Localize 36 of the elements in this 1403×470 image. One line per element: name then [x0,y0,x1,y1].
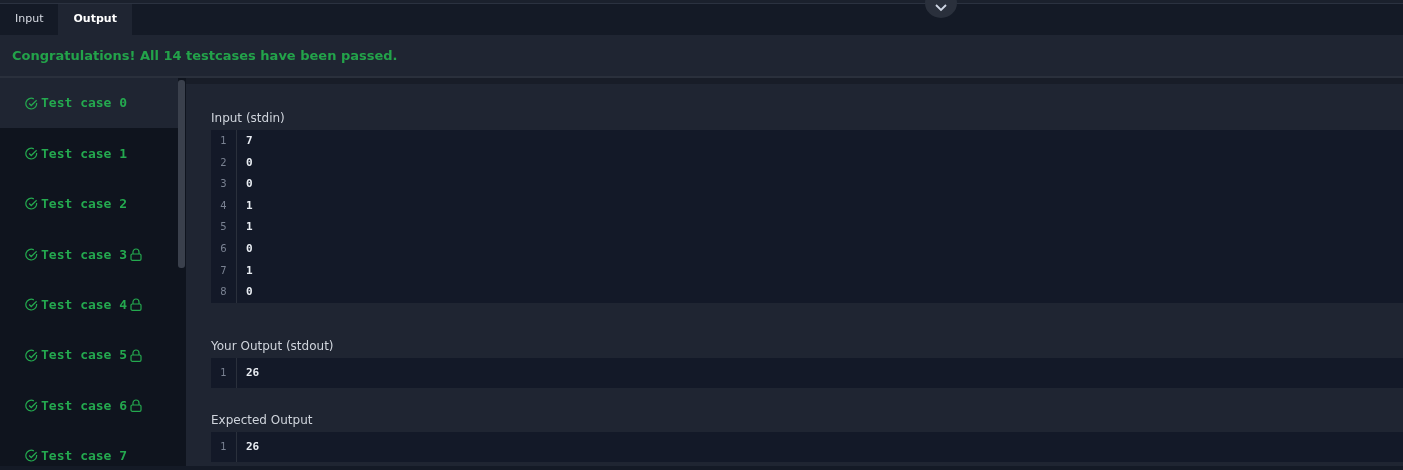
test-case-item[interactable]: Test case 5 [0,329,178,381]
line-number: 3 [219,177,228,192]
line-number: 1 [219,365,228,380]
chevron-down-icon [935,4,947,12]
line-number: 1 [219,439,228,454]
code-line: 26 [245,364,260,381]
code-line: 0 [245,240,253,257]
line-number: 5 [219,220,228,235]
line-number: 2 [219,155,228,170]
section-title: Expected Output [211,411,314,429]
code-line: 1 [245,219,253,236]
code-line: 0 [245,176,253,193]
test-case-item[interactable]: Test case 1 [0,128,178,179]
test-case-item[interactable]: Test case 2 [0,178,178,230]
section-title: Your Output (stdout) [211,337,335,355]
test-case-item[interactable]: Test case 4 [0,279,178,330]
section-title: Input (stdin) [211,110,286,127]
test-case-item[interactable]: Test case 0 [0,78,178,129]
code-line: 7 [245,133,253,149]
code-line: 0 [245,284,253,301]
code-line: 0 [245,154,253,171]
code-line: 26 [245,438,260,455]
line-number: 4 [219,198,228,213]
line-number: 8 [219,285,228,300]
code-line: 1 [245,197,253,214]
success-message: Congratulations! All 14 testcases have been passed. [12,46,398,65]
test-case-item[interactable]: Test case 6 [0,380,178,431]
line-number: 7 [219,263,228,278]
test-case-item[interactable]: Test case 7 [0,430,178,466]
tab[interactable]: Output [58,4,132,35]
tab[interactable]: Input [0,4,59,35]
code-line: 1 [245,262,253,279]
line-number: 1 [219,134,228,148]
scrollbar-thumb[interactable] [178,80,185,268]
test-case-item[interactable]: Test case 3 [0,229,178,280]
line-number: 6 [219,241,228,256]
